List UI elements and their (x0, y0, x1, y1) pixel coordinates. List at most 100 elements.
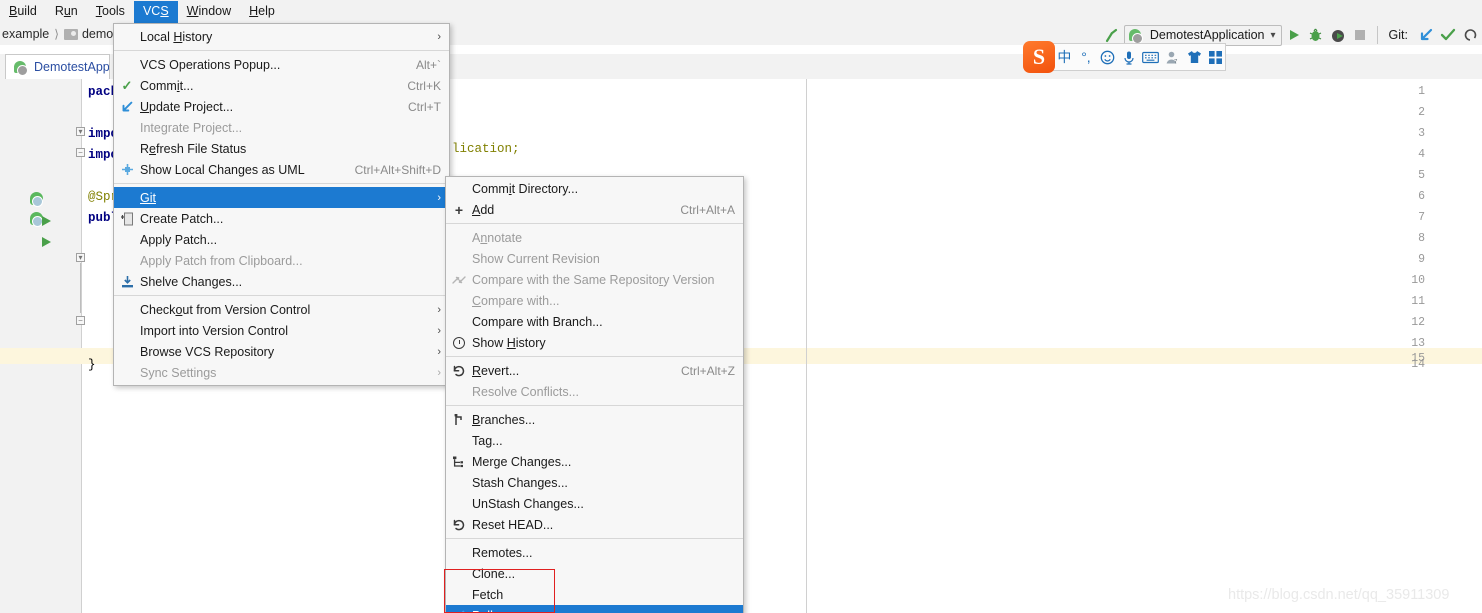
ime-voice-icon[interactable] (1120, 47, 1139, 68)
breadcrumb-item-example[interactable]: example (2, 27, 49, 41)
menubar-item-tools[interactable]: Tools (87, 1, 134, 23)
menu-item-import-into-version-control[interactable]: Import into Version Control › (114, 320, 449, 341)
shelve-icon (114, 271, 140, 292)
vcs-menu[interactable]: Local History › VCS Operations Popup... … (113, 23, 450, 386)
menu-item-fetch[interactable]: Fetch (446, 584, 743, 605)
commit-icon[interactable] (1438, 25, 1458, 45)
menu-item-stash-changes[interactable]: Stash Changes... (446, 472, 743, 493)
ime-skin-icon[interactable] (1185, 47, 1204, 68)
menu-item-checkout-from-version-control[interactable]: Checkout from Version Control › (114, 299, 449, 320)
menu-item-commit[interactable]: ✓ Commit... Ctrl+K (114, 75, 449, 96)
menu-item-browse-vcs-repository[interactable]: Browse VCS Repository › (114, 341, 449, 362)
menu-item-shelve-changes[interactable]: Shelve Changes... (114, 271, 449, 292)
spring-bean-gutter-icon[interactable] (30, 192, 45, 207)
run-button[interactable] (1284, 25, 1304, 45)
menu-item-refresh-file-status[interactable]: Refresh File Status (114, 138, 449, 159)
menu-item-unstash-changes[interactable]: UnStash Changes... (446, 493, 743, 514)
menu-item-shortcut: Ctrl+Alt+Z (680, 363, 735, 378)
ime-toolbox-icon[interactable] (1206, 47, 1225, 68)
git-submenu[interactable]: Commit Directory... + Add Ctrl+Alt+A Ann… (445, 176, 744, 613)
menu-item-annotate: Annotate (446, 227, 743, 248)
run-configuration-label: DemotestApplication (1149, 28, 1265, 42)
menu-item-compare-with-branch[interactable]: Compare with Branch... (446, 311, 743, 332)
menu-item-integrate-project: Integrate Project... (114, 117, 449, 138)
menu-item-label: Checkout from Version Control (140, 302, 311, 317)
branch-icon (446, 409, 472, 430)
chevron-right-icon: › (437, 191, 441, 204)
menu-item-label: Tag... (472, 433, 503, 448)
menubar-item-run[interactable]: Run (46, 1, 87, 23)
editor-gutter[interactable] (0, 79, 82, 613)
menu-item-icon (114, 187, 140, 208)
editor-tab-demotestapplication[interactable]: DemotestAppl (5, 54, 110, 79)
menu-item-revert[interactable]: Revert... Ctrl+Alt+Z (446, 360, 743, 381)
menu-separator (114, 50, 449, 51)
ime-user-icon[interactable]: 7 (1163, 47, 1182, 68)
menu-item-update-project[interactable]: Update Project... Ctrl+T (114, 96, 449, 117)
update-project-icon[interactable] (1416, 25, 1436, 45)
line-number: 11 (1411, 295, 1425, 308)
run-gutter-icon[interactable] (42, 216, 51, 226)
menu-item-label: Remotes... (472, 545, 533, 560)
menu-item-pull[interactable]: Pull... (446, 605, 743, 613)
menu-item-show-local-changes-as-uml[interactable]: Show Local Changes as UML Ctrl+Alt+Shift… (114, 159, 449, 180)
menu-item-label: Compare with Branch... (472, 314, 603, 329)
breadcrumb-item-demo[interactable]: demot (63, 27, 117, 41)
chevron-down-icon: ▾ (1270, 29, 1276, 41)
menu-item-merge-changes[interactable]: Merge Changes... (446, 451, 743, 472)
debug-button[interactable] (1306, 25, 1326, 45)
menu-item-icon (114, 299, 140, 320)
menu-item-branches[interactable]: Branches... (446, 409, 743, 430)
run-with-coverage-button[interactable] (1328, 25, 1348, 45)
menu-item-vcs-operations-popup[interactable]: VCS Operations Popup... Alt+` (114, 54, 449, 75)
menu-separator (446, 538, 743, 539)
run-method-gutter-icon[interactable] (42, 237, 51, 247)
menu-item-label: Commit... (140, 78, 194, 93)
menu-item-git[interactable]: Git › (114, 187, 449, 208)
menu-item-label: Show Current Revision (472, 251, 600, 266)
menubar-item-vcs[interactable]: VCS (133, 0, 178, 23)
menu-item-commit-directory[interactable]: Commit Directory... (446, 178, 743, 199)
update-arrow-icon (446, 605, 472, 613)
menu-item-apply-patch[interactable]: Apply Patch... (114, 229, 449, 250)
menu-item-label: Annotate (472, 230, 523, 245)
menu-item-local-history[interactable]: Local History › (114, 26, 449, 47)
menu-item-create-patch[interactable]: Create Patch... (114, 208, 449, 229)
menu-item-clone[interactable]: Clone... (446, 563, 743, 584)
fold-marker[interactable]: ▾ (76, 253, 85, 262)
ime-emoji-icon[interactable] (1098, 47, 1117, 68)
menu-item-reset-head[interactable]: Reset HEAD... (446, 514, 743, 535)
menubar-item-window[interactable]: Window (178, 1, 240, 23)
menubar-item-build[interactable]: Build (0, 1, 46, 23)
fold-marker[interactable]: ▾ (76, 127, 85, 136)
line-number-15: 15 (1411, 352, 1425, 365)
rollback-icon[interactable] (1460, 25, 1480, 45)
revert-icon (446, 360, 472, 381)
menu-item-remotes[interactable]: Remotes... (446, 542, 743, 563)
fold-marker[interactable]: − (76, 316, 85, 325)
line-number: 12 (1411, 316, 1425, 329)
stop-button[interactable] (1350, 25, 1370, 45)
sogou-logo-icon[interactable]: S (1023, 41, 1055, 73)
menu-item-tag[interactable]: Tag... (446, 430, 743, 451)
fold-marker[interactable]: − (76, 148, 85, 157)
menu-separator (114, 183, 449, 184)
menu-item-label: Local History (140, 29, 213, 44)
menu-item-icon (446, 248, 472, 269)
spring-boot-file-icon (14, 60, 29, 76)
ime-punctuation-icon[interactable]: °, (1077, 47, 1096, 68)
fold-region-line (80, 263, 81, 313)
menu-item-icon (114, 138, 140, 159)
build-hammer-icon[interactable] (1102, 25, 1122, 45)
menu-item-icon (446, 584, 472, 605)
ime-keyboard-icon[interactable] (1142, 47, 1161, 68)
menubar-item-help[interactable]: Help (240, 1, 284, 23)
menu-item-show-history[interactable]: Show History (446, 332, 743, 353)
menu-item-icon (114, 320, 140, 341)
menu-item-add[interactable]: + Add Ctrl+Alt+A (446, 199, 743, 220)
menu-item-shortcut: Ctrl+Alt+Shift+D (354, 162, 441, 177)
line-number: 5 (1418, 169, 1425, 182)
menu-item-show-current-revision: Show Current Revision (446, 248, 743, 269)
ime-language-icon[interactable]: 中 (1055, 47, 1074, 68)
menu-item-icon (114, 250, 140, 271)
